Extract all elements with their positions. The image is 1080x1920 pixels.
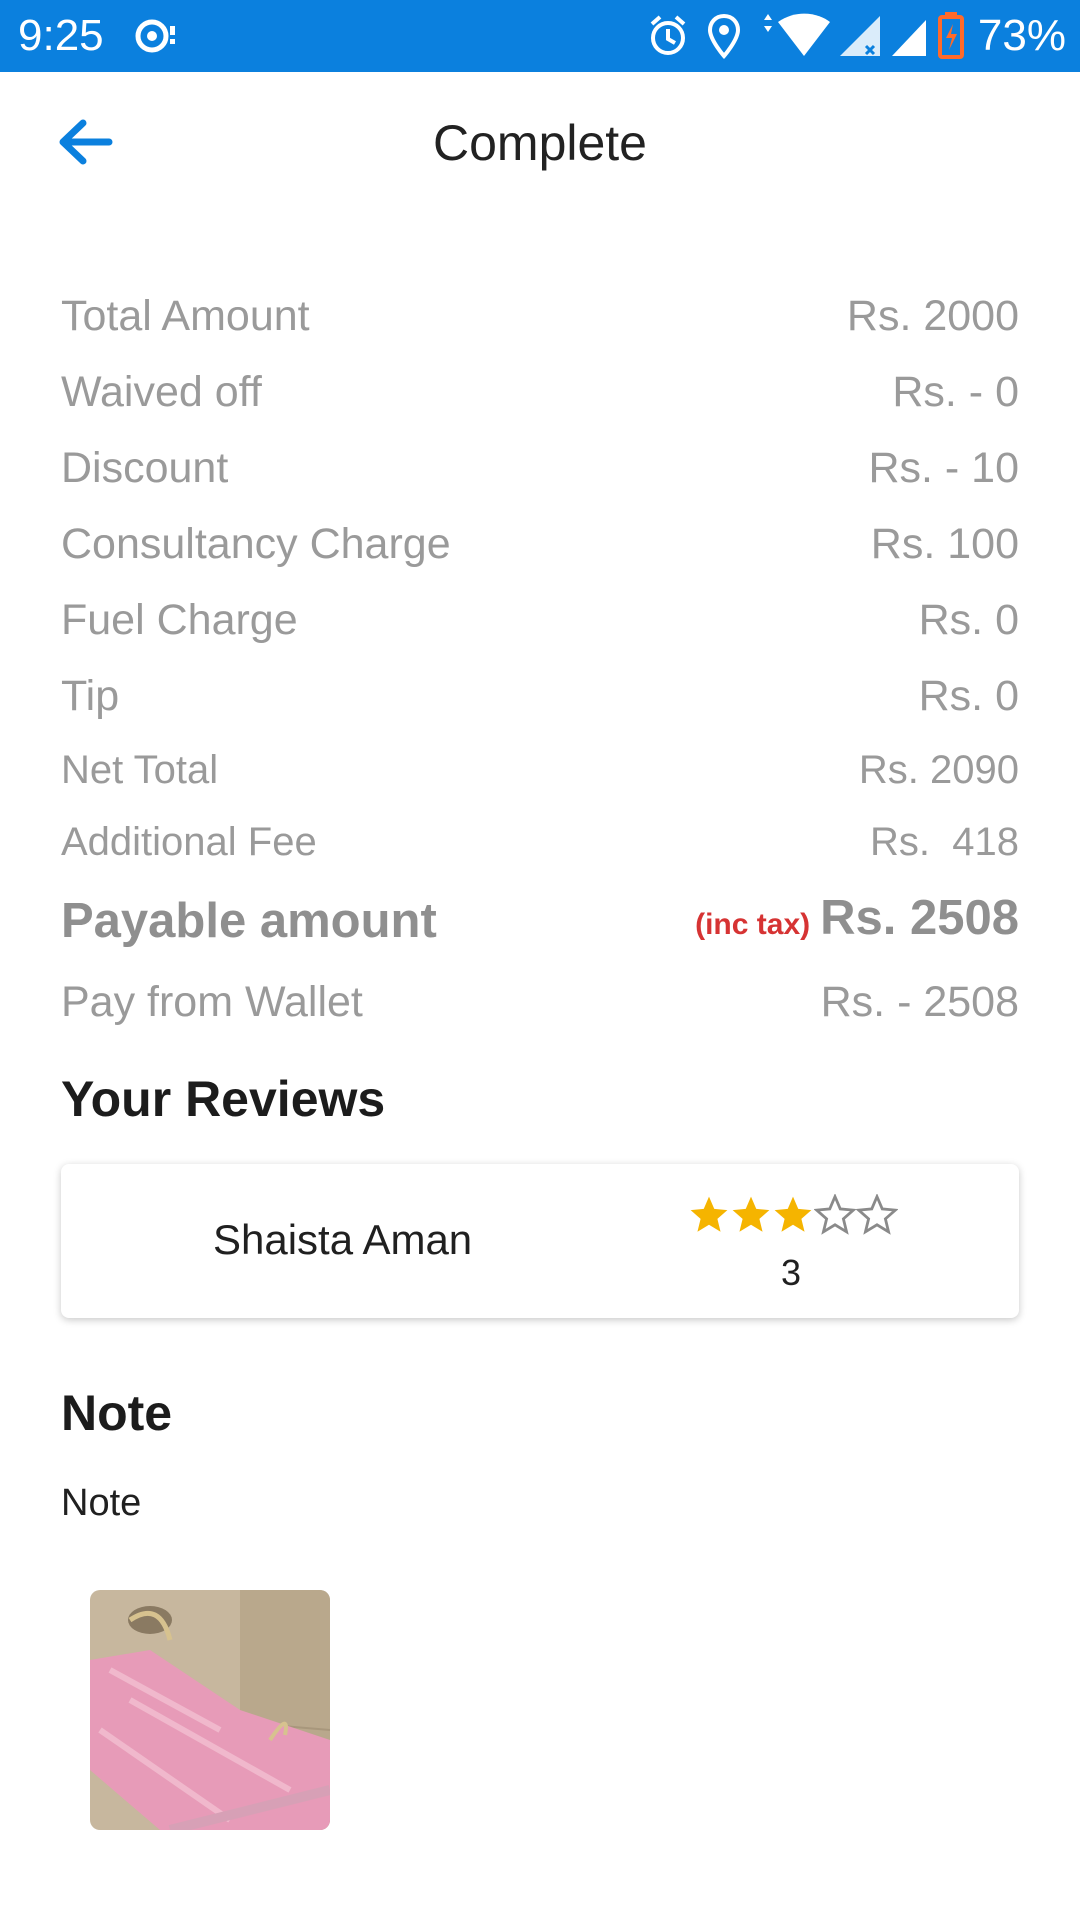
- bill-label: Net Total: [61, 748, 219, 792]
- bill-row-payable-amount: Payable amount (inc tax) Rs. 2508: [61, 878, 1019, 964]
- bill-label: Tip: [61, 672, 120, 720]
- bill-row-pay-from-wallet: Pay from Wallet Rs. - 2508: [61, 964, 1019, 1040]
- battery-percent: 73%: [977, 11, 1066, 60]
- bill-value: Rs. 100: [870, 520, 1019, 568]
- inc-tax-note: (inc tax): [695, 907, 811, 941]
- bill-row-net-total: Net Total Rs. 2090: [61, 734, 1019, 806]
- payable-value: Rs. 2508: [820, 890, 1019, 945]
- bill-value: Rs. 2000: [846, 292, 1019, 340]
- signal-icon-2: [892, 20, 926, 56]
- bill-row-waived-off: Waived off Rs. - 0: [61, 354, 1019, 430]
- star-filled-icon: [774, 1196, 812, 1232]
- bill-row-discount: Discount Rs. - 10: [61, 430, 1019, 506]
- wallet-label: Pay from Wallet: [61, 978, 363, 1026]
- bill-row-consultancy-charge: Consultancy Charge Rs. 100: [61, 506, 1019, 582]
- note-photo-thumbnail[interactable]: [90, 1590, 330, 1830]
- bill-value: Rs. 0: [918, 596, 1019, 644]
- bill-value: Rs. - 10: [868, 444, 1019, 492]
- bill-row-tip: Tip Rs. 0: [61, 658, 1019, 734]
- page-title: Complete: [433, 115, 647, 171]
- rating-number: 3: [781, 1252, 802, 1293]
- battery-charging-icon: [938, 12, 964, 59]
- screen: 9:25 73% Complete Total Amount Rs. 2000 …: [0, 0, 1080, 1920]
- reviewer-name: Shaista Aman: [213, 1216, 473, 1263]
- alarm-icon: [650, 15, 686, 55]
- bill-label: Fuel Charge: [61, 596, 298, 644]
- bill-label: Additional Fee: [61, 820, 317, 864]
- payable-value-group: (inc tax) Rs. 2508: [695, 875, 1019, 968]
- bill-row-additional-fee: Additional Fee Rs. 418: [61, 806, 1019, 878]
- photo-image: [90, 1590, 330, 1830]
- status-bar: 9:25 73%: [0, 0, 1080, 72]
- bill-row-fuel-charge: Fuel Charge Rs. 0: [61, 582, 1019, 658]
- bill-label: Discount: [61, 444, 229, 492]
- bill-summary: Total Amount Rs. 2000 Waived off Rs. - 0…: [61, 278, 1019, 1040]
- status-time: 9:25: [18, 11, 104, 60]
- location-icon: [707, 13, 741, 60]
- bill-value: Rs. 0: [918, 672, 1019, 720]
- bill-row-total-amount: Total Amount Rs. 2000: [61, 278, 1019, 354]
- status-icons: 73%: [646, 10, 1066, 62]
- bill-label: Waived off: [61, 368, 262, 416]
- wifi-icon: [764, 13, 830, 56]
- star-filled-icon: [690, 1196, 728, 1232]
- review-card[interactable]: Shaista Aman 3: [61, 1164, 1019, 1318]
- star-filled-icon: [732, 1196, 770, 1232]
- notification-icon: [135, 19, 175, 53]
- bill-value: Rs. - 0: [892, 368, 1019, 416]
- bill-label: Total Amount: [61, 292, 310, 340]
- wallet-value: Rs. - 2508: [820, 978, 1019, 1026]
- reviews-title: Your Reviews: [61, 1071, 386, 1127]
- bill-value: Rs. 2090: [858, 748, 1019, 792]
- bill-value: Rs. 418: [870, 820, 1019, 864]
- star-empty-icon: [856, 1194, 898, 1235]
- note-title: Note: [61, 1385, 173, 1441]
- star-empty-icon: [814, 1194, 856, 1235]
- app-bar: Complete: [0, 72, 1080, 212]
- payable-label: Payable amount: [61, 894, 437, 948]
- note-text: Note: [61, 1482, 142, 1524]
- bill-label: Consultancy Charge: [61, 520, 451, 568]
- star-rating: [688, 1194, 898, 1236]
- signal-icon: [840, 16, 880, 56]
